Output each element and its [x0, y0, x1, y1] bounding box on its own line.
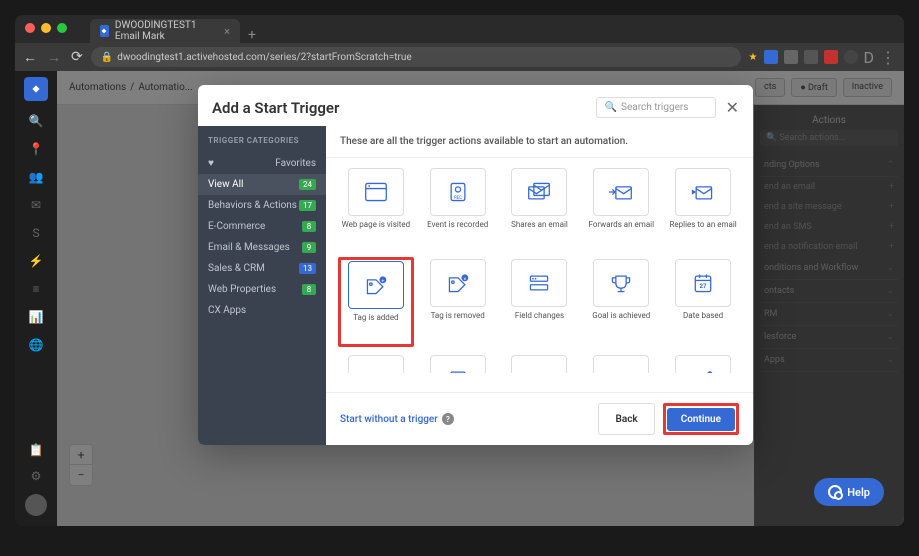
webpage-icon [362, 180, 390, 204]
forward-email-icon [607, 180, 635, 204]
trigger-tag-removed[interactable]: × Tag is removed [420, 257, 496, 346]
category-behaviors[interactable]: Behaviors & Actions 17 [198, 195, 326, 216]
contacts-icon[interactable]: 👥 [28, 169, 44, 185]
trigger-goal-achieved[interactable]: Goal is achieved [583, 257, 659, 346]
category-view-all[interactable]: View All 24 [198, 174, 326, 195]
trigger-tag-added[interactable]: + Tag is added [338, 257, 414, 346]
start-without-trigger-link[interactable]: Start without a trigger ? [340, 413, 454, 425]
category-ecommerce[interactable]: E-Commerce 8 [198, 216, 326, 237]
automations-icon[interactable]: ⚡ [28, 253, 44, 269]
heart-icon: ♥ [208, 158, 214, 169]
rss-icon [362, 367, 390, 373]
svg-text:×: × [463, 277, 466, 283]
tag-remove-icon: × [444, 271, 472, 295]
settings-icon[interactable]: ⚙ [28, 468, 44, 484]
svg-text:+: + [381, 279, 384, 285]
deals-icon[interactable]: S [28, 225, 44, 241]
category-email[interactable]: Email & Messages 9 [198, 237, 326, 258]
email-icon[interactable]: ✉ [28, 197, 44, 213]
modal-title: Add a Start Trigger [212, 99, 339, 117]
trigger-shares-email[interactable]: Shares an email [502, 166, 578, 251]
form-icon [444, 367, 472, 373]
nav-forward-icon[interactable]: → [47, 49, 61, 66]
trigger-partial-4[interactable] [583, 353, 659, 373]
tag-add-icon: + [362, 273, 390, 297]
ext-icon-5[interactable] [844, 50, 858, 64]
trigger-search[interactable]: 🔍 Search triggers [596, 97, 716, 118]
ext-icon-4[interactable] [824, 50, 838, 64]
cart2-icon [689, 367, 717, 373]
continue-highlight: Continue [663, 403, 739, 435]
help-button[interactable]: Help [814, 478, 884, 506]
cart-icon [607, 367, 635, 373]
date-icon: 27 [689, 271, 717, 295]
field-icon [525, 271, 553, 295]
svg-text:27: 27 [700, 283, 707, 290]
avatar-icon[interactable]: D [864, 48, 875, 67]
svg-text:REC: REC [454, 196, 462, 201]
gauge-icon [525, 367, 553, 373]
trigger-event-recorded[interactable]: REC Event is recorded [420, 166, 496, 251]
window-close[interactable] [25, 23, 35, 33]
triggers-grid: Web page is visited REC Event is recorde… [326, 158, 753, 392]
trigger-web-page[interactable]: Web page is visited [338, 166, 414, 251]
lists-icon[interactable]: ≡ [28, 281, 44, 297]
ext-icon-3[interactable] [804, 50, 818, 64]
categories-header: TRIGGER CATEGORIES [198, 136, 326, 153]
record-icon: REC [444, 180, 472, 204]
trigger-partial-1[interactable] [338, 353, 414, 373]
browser-tab[interactable]: DWOODINGTEST1 Email Mark × [90, 19, 240, 43]
location-icon[interactable]: 📍 [28, 141, 44, 157]
trigger-forwards-email[interactable]: Forwards an email [583, 166, 659, 251]
nav-back-icon[interactable]: ← [23, 49, 37, 66]
nav-reload-icon[interactable]: ⟳ [71, 49, 83, 66]
window-maximize[interactable] [57, 23, 67, 33]
category-web[interactable]: Web Properties 8 [198, 279, 326, 300]
trigger-partial-2[interactable] [420, 353, 496, 373]
trigger-field-changes[interactable]: Field changes [502, 257, 578, 346]
tab-favicon [100, 25, 109, 37]
window-minimize[interactable] [41, 23, 51, 33]
trigger-partial-5[interactable] [665, 353, 741, 373]
tab-close-icon[interactable]: × [224, 25, 230, 38]
menu-icon[interactable]: ⋮ [880, 48, 896, 67]
new-tab-button[interactable]: + [240, 27, 264, 43]
continue-button[interactable]: Continue [667, 408, 735, 431]
search-icon: 🔍 [605, 102, 617, 113]
trigger-partial-3[interactable] [502, 353, 578, 373]
category-sidebar: TRIGGER CATEGORIES ♥ Favorites View All … [198, 126, 326, 445]
trigger-replies-email[interactable]: Replies to an email [665, 166, 741, 251]
reports-icon[interactable]: 📊 [28, 309, 44, 325]
trigger-date-based[interactable]: 27 Date based [665, 257, 741, 346]
triggers-description: These are all the trigger actions availa… [326, 126, 753, 158]
goal-icon [607, 271, 635, 295]
ext-icon-1[interactable] [764, 50, 778, 64]
back-button[interactable]: Back [598, 403, 654, 435]
app-logo[interactable] [24, 77, 48, 101]
category-favorites[interactable]: ♥ Favorites [198, 153, 326, 174]
user-avatar[interactable] [25, 494, 47, 516]
category-cxapps[interactable]: CX Apps [198, 300, 326, 321]
share-email-icon [525, 180, 553, 204]
site-icon[interactable]: 🌐 [28, 337, 44, 353]
ext-icon[interactable]: ★ [749, 52, 758, 63]
close-icon[interactable]: ✕ [726, 98, 739, 117]
url-text: dwoodingtest1.activehosted.com/series/2?… [117, 52, 412, 63]
reply-email-icon [689, 180, 717, 204]
ext-icon-2[interactable] [784, 50, 798, 64]
help-icon [828, 485, 842, 499]
app-sidebar: 🔍 📍 👥 ✉ S ⚡ ≡ 📊 🌐 📋 ⚙ [15, 71, 57, 526]
search-icon[interactable]: 🔍 [28, 113, 44, 129]
tab-title: DWOODINGTEST1 Email Mark [115, 20, 214, 42]
info-icon: ? [442, 413, 454, 425]
start-trigger-modal: Add a Start Trigger 🔍 Search triggers ✕ … [198, 85, 753, 445]
url-input[interactable]: 🔒 dwoodingtest1.activehosted.com/series/… [91, 47, 741, 67]
clipboard-icon[interactable]: 📋 [28, 442, 44, 458]
category-sales[interactable]: Sales & CRM 13 [198, 258, 326, 279]
